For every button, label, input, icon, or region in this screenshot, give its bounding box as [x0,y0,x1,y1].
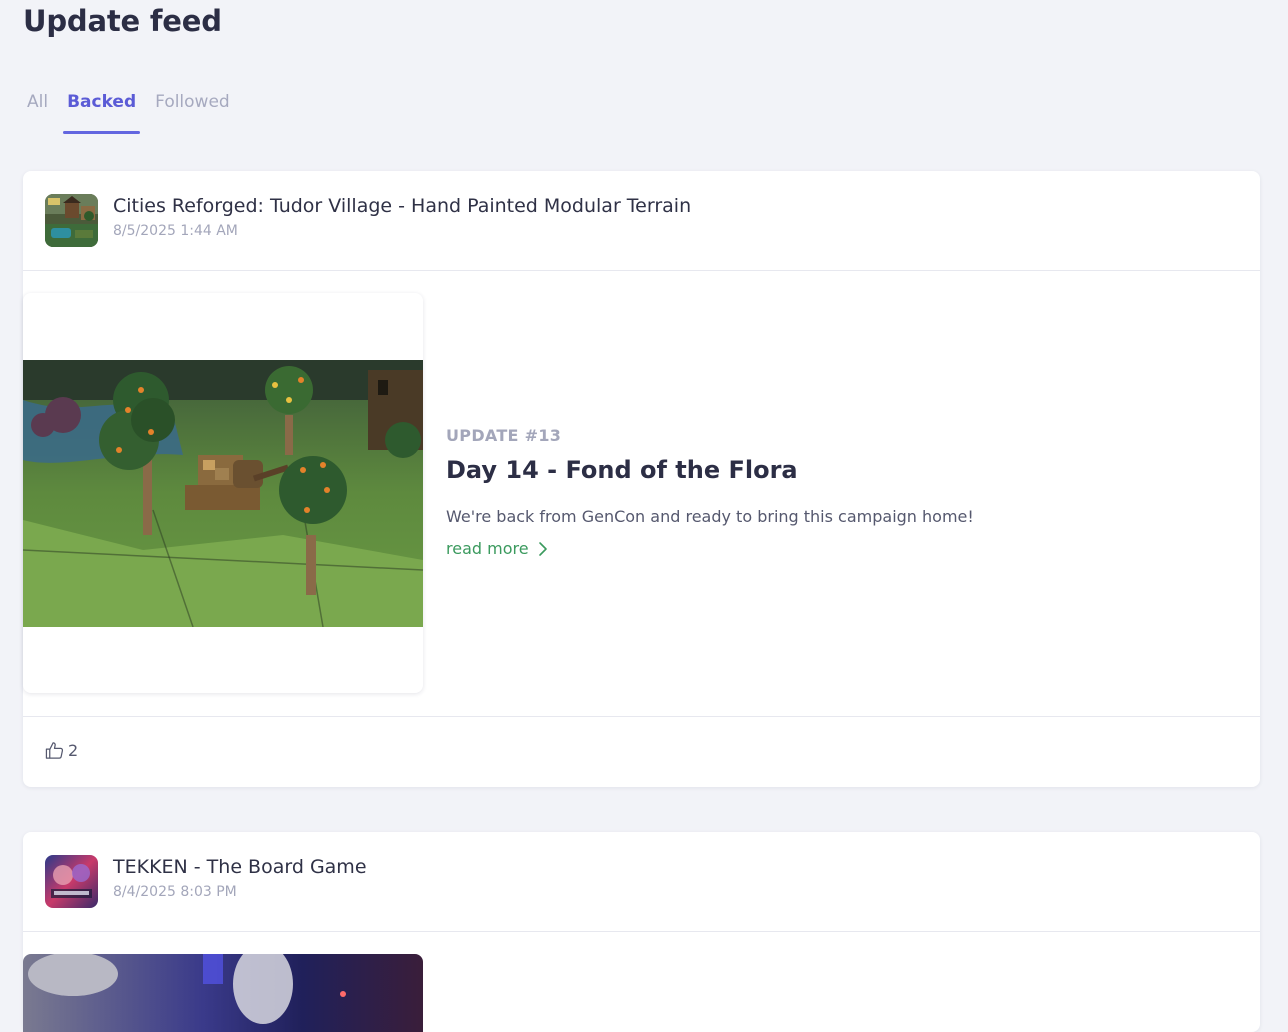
page-title: Update feed [23,4,222,38]
tab-backed[interactable]: Backed [63,88,141,134]
read-more-link[interactable]: read more [446,539,548,558]
update-image-container[interactable] [23,293,423,693]
read-more-label: read more [446,539,529,558]
update-card-footer: 2 [23,716,1260,788]
update-card: TEKKEN - The Board Game 8/4/2025 8:03 PM [23,832,1260,1032]
tudor-village-thumbnail-image [45,194,98,247]
update-card-header: TEKKEN - The Board Game 8/4/2025 8:03 PM [23,832,1260,932]
like-button[interactable]: 2 [45,741,78,760]
update-card-header: Cities Reforged: Tudor Village - Hand Pa… [23,171,1260,271]
tab-all[interactable]: All [23,88,52,130]
tekken-update-image [23,954,423,1032]
thumbs-up-icon [45,742,64,759]
update-excerpt: We're back from GenCon and ready to brin… [446,507,974,526]
project-thumbnail[interactable] [45,855,98,908]
like-count: 2 [68,741,79,760]
update-date: 8/4/2025 8:03 PM [113,884,237,900]
feed-filter-tabs: All Backed Followed [23,88,245,134]
project-name[interactable]: TEKKEN - The Board Game [113,856,367,878]
update-image-container[interactable] [23,954,423,1032]
project-thumbnail[interactable] [45,194,98,247]
chevron-right-icon [538,541,547,556]
update-date: 8/5/2025 1:44 AM [113,223,238,239]
tekken-thumbnail-image [45,855,98,908]
update-title[interactable]: Day 14 - Fond of the Flora [446,456,798,484]
update-number: UPDATE #13 [446,426,562,445]
flora-terrain-image [23,360,423,627]
project-name[interactable]: Cities Reforged: Tudor Village - Hand Pa… [113,195,691,217]
tab-followed[interactable]: Followed [151,88,234,130]
update-card: Cities Reforged: Tudor Village - Hand Pa… [23,171,1260,787]
